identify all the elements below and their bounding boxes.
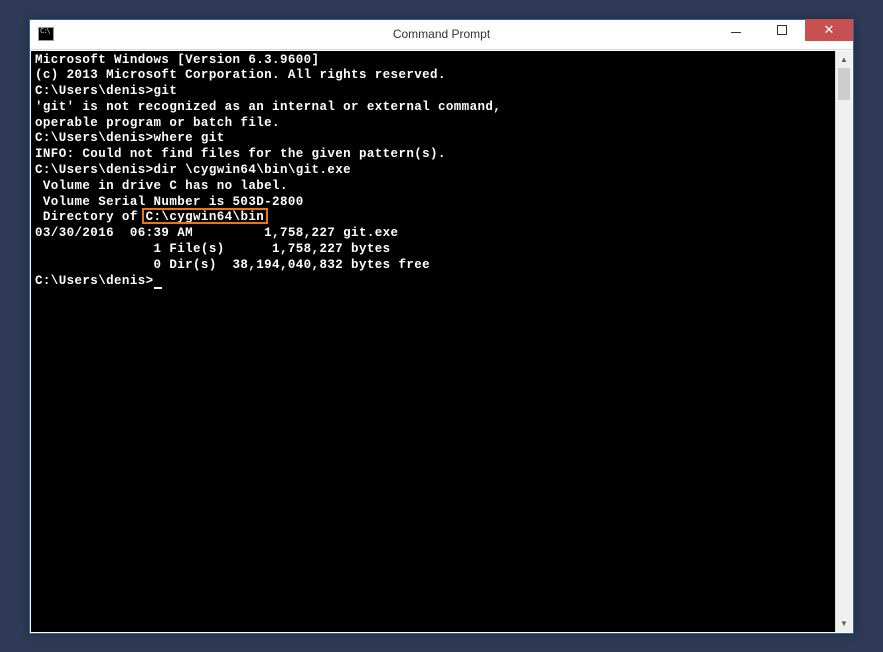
- close-icon: ✕: [824, 23, 835, 36]
- minimize-icon: [731, 32, 741, 33]
- highlighted-path: C:\cygwin64\bin: [146, 210, 265, 224]
- output-line: 1 File(s) 1,758,227 bytes: [35, 242, 831, 258]
- cursor-icon: [154, 287, 162, 289]
- output-line: INFO: Could not find files for the given…: [35, 147, 831, 163]
- output-line: 03/30/2016 06:39 AM 1,758,227 git.exe: [35, 226, 831, 242]
- console-area: Microsoft Windows [Version 6.3.9600](c) …: [30, 50, 853, 633]
- maximize-button[interactable]: [759, 19, 805, 41]
- output-line: Volume Serial Number is 503D-2800: [35, 195, 831, 211]
- console-output[interactable]: Microsoft Windows [Version 6.3.9600](c) …: [31, 51, 835, 632]
- chevron-up-icon: ▲: [840, 55, 848, 64]
- prompt-line: C:\Users\denis>dir \cygwin64\bin\git.exe: [35, 163, 831, 179]
- prompt-line: C:\Users\denis>: [35, 274, 831, 290]
- maximize-icon: [777, 25, 787, 35]
- prompt-line: C:\Users\denis>where git: [35, 131, 831, 147]
- output-line: Volume in drive C has no label.: [35, 179, 831, 195]
- scrollbar-thumb[interactable]: [838, 68, 850, 100]
- prompt-line: C:\Users\denis>git: [35, 84, 831, 100]
- cmd-icon: C:\: [38, 27, 54, 41]
- output-line: (c) 2013 Microsoft Corporation. All righ…: [35, 68, 831, 84]
- output-line: 'git' is not recognized as an internal o…: [35, 100, 831, 116]
- close-button[interactable]: ✕: [805, 19, 853, 41]
- vertical-scrollbar[interactable]: ▲ ▼: [835, 51, 852, 632]
- minimize-button[interactable]: [713, 19, 759, 41]
- scroll-down-button[interactable]: ▼: [836, 615, 852, 632]
- output-line: Microsoft Windows [Version 6.3.9600]: [35, 53, 831, 69]
- command-prompt-window: C:\ Command Prompt ✕ Microsoft Windows […: [29, 19, 854, 634]
- chevron-down-icon: ▼: [840, 619, 848, 628]
- prompt-text: C:\Users\denis>: [35, 274, 154, 288]
- output-line: 0 Dir(s) 38,194,040,832 bytes free: [35, 258, 831, 274]
- scroll-up-button[interactable]: ▲: [836, 51, 852, 68]
- window-controls: ✕: [713, 20, 853, 49]
- output-line: Directory of C:\cygwin64\bin: [35, 210, 831, 226]
- scrollbar-track[interactable]: [836, 68, 852, 615]
- titlebar[interactable]: C:\ Command Prompt ✕: [30, 20, 853, 50]
- output-line: operable program or batch file.: [35, 116, 831, 132]
- dir-prefix: Directory of: [35, 210, 146, 224]
